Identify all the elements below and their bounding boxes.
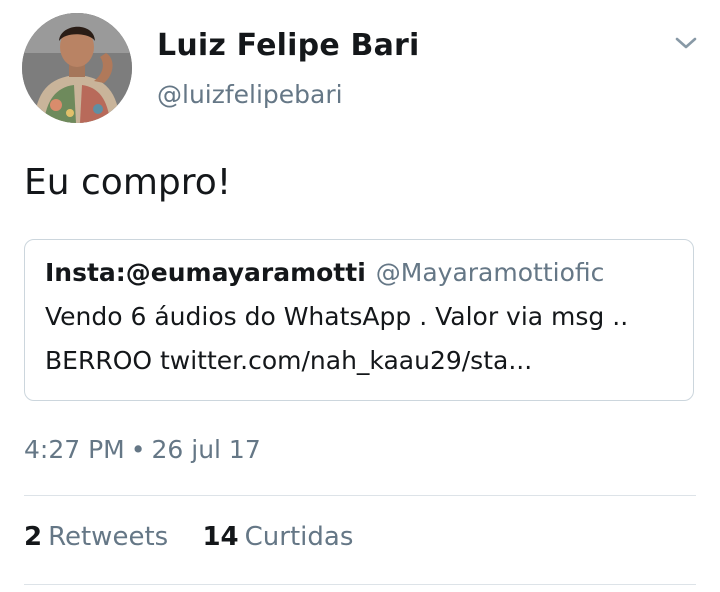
divider <box>24 495 696 496</box>
tweet-stats: 2 Retweets 14 Curtidas <box>24 522 353 552</box>
quoted-author-name: Insta:@eumayaramotti <box>45 258 366 287</box>
likes-label: Curtidas <box>244 522 354 552</box>
avatar[interactable] <box>22 13 132 123</box>
tweet-card: Luiz Felipe Bari @luizfelipebari Eu comp… <box>0 0 720 592</box>
retweets-label: Retweets <box>48 522 169 552</box>
author-display-name[interactable]: Luiz Felipe Bari <box>157 28 420 63</box>
quoted-author-handle: @Mayaramottiofic <box>375 258 605 287</box>
quoted-tweet[interactable]: Insta:@eumayaramotti @Mayaramottiofic Ven… <box>24 239 694 401</box>
tweet-menu-button[interactable] <box>672 32 700 54</box>
tweet-time: 4:27 PM <box>24 435 125 464</box>
avatar-photo <box>22 13 132 123</box>
quoted-tweet-text-line: Vendo 6 áudios do WhatsApp . Valor via m… <box>45 302 629 331</box>
quoted-tweet-text-line: BERROO twitter.com/nah_kaau29/sta... <box>45 346 533 375</box>
tweet-text: Eu compro! <box>24 162 232 203</box>
likes-stat[interactable]: 14 Curtidas <box>202 522 353 552</box>
chevron-down-icon <box>675 37 697 49</box>
retweets-stat[interactable]: 2 Retweets <box>24 522 168 552</box>
tweet-date: 26 jul 17 <box>151 435 261 464</box>
tweet-timestamp[interactable]: 4:27 PM • 26 jul 17 <box>24 435 261 464</box>
retweets-count: 2 <box>24 522 43 552</box>
divider <box>24 584 696 585</box>
quoted-tweet-header: Insta:@eumayaramotti @Mayaramottiofic <box>45 258 604 287</box>
author-handle[interactable]: @luizfelipebari <box>157 80 343 109</box>
likes-count: 14 <box>202 522 239 552</box>
timestamp-separator: • <box>130 435 146 464</box>
